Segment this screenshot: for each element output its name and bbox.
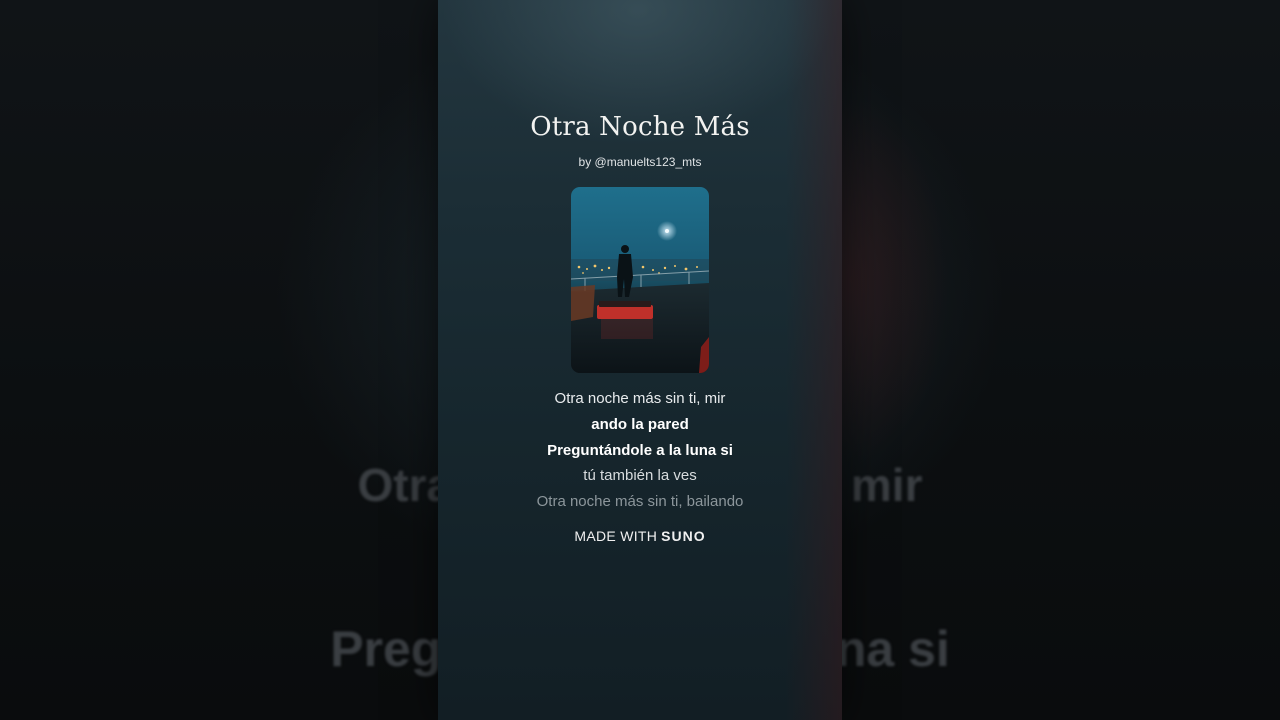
song-title: Otra Noche Más (530, 112, 750, 142)
artist-byline[interactable]: by @manuelts123_mts (438, 155, 842, 169)
cover-art (571, 187, 709, 373)
video-frame[interactable]: Otra Noche Más by @manuelts123_mts Otra … (438, 0, 842, 720)
lyric-line-active: Preguntándole a la luna si (547, 442, 733, 459)
lyric-line-upcoming: Otra noche más sin ti, bailando (536, 493, 744, 510)
lyric-line: Otra noche más sin ti, mir (554, 390, 726, 407)
suno-logo-text: SUNO (661, 528, 706, 544)
made-with-suno-badge[interactable]: MADE WITH SUNO (438, 528, 842, 544)
cover-art-illustration (571, 221, 709, 373)
lyric-line: tú también la ves (583, 467, 697, 484)
made-with-label: MADE WITH (574, 528, 658, 544)
lyric-line-active: ando la pared (591, 416, 689, 433)
